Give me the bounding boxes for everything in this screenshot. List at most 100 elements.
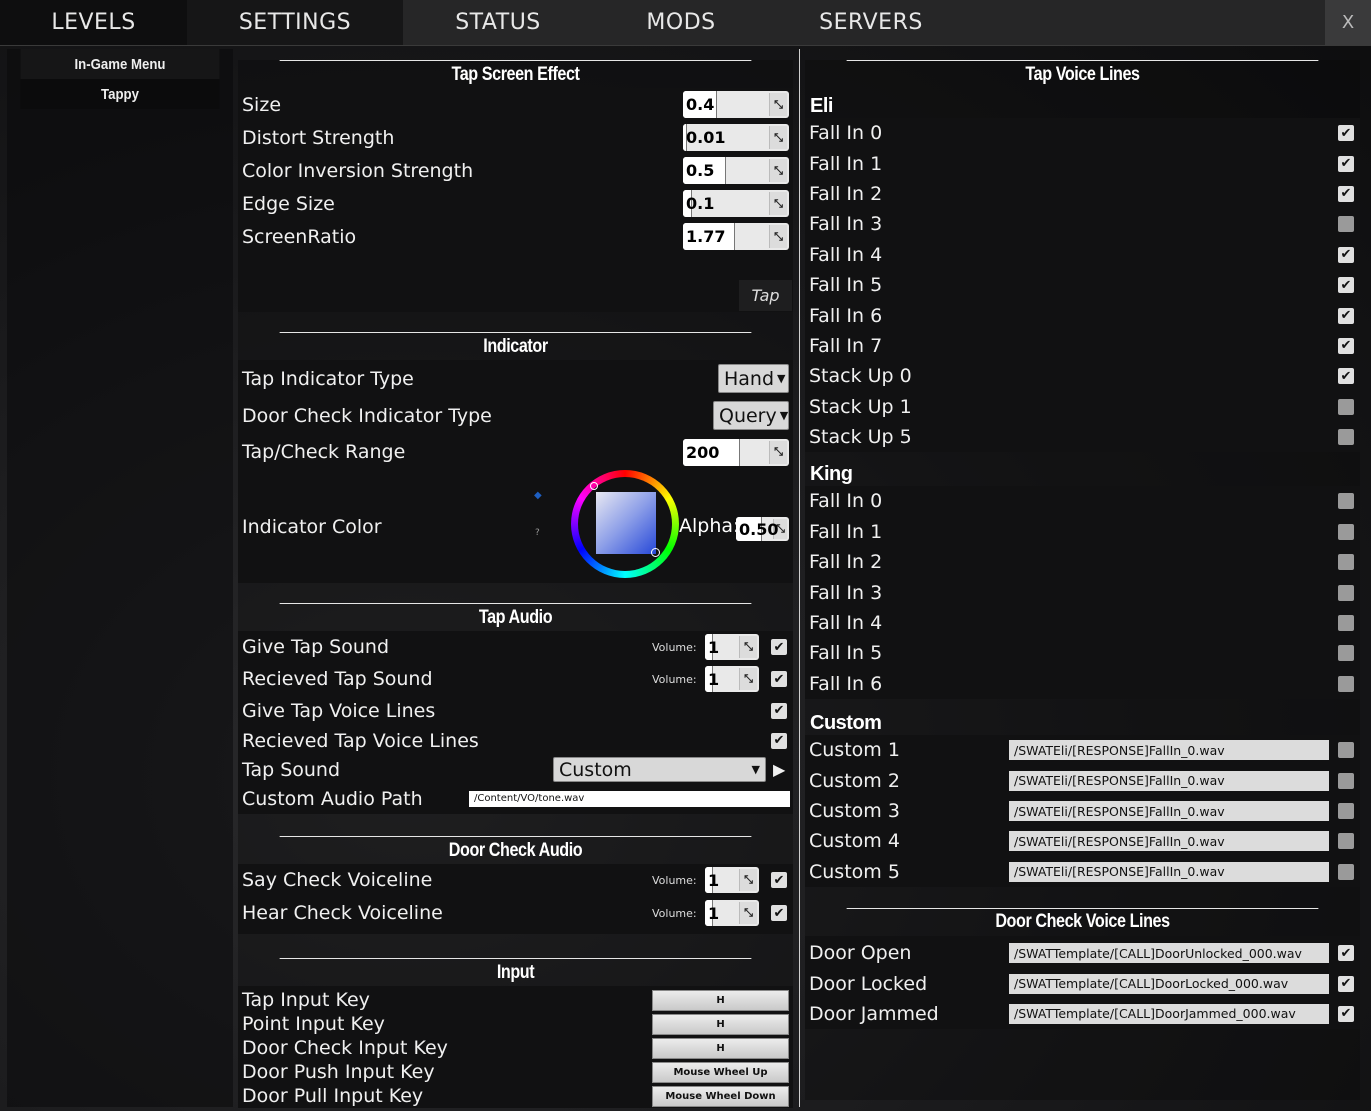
eli-voice-line-row: Fall In 3 ✔ bbox=[805, 209, 1360, 239]
voice-line-checkbox[interactable]: ✔ bbox=[1338, 398, 1354, 415]
voice-line-path-input[interactable]: /SWATTemplate/[CALL]DoorUnlocked_000.wav bbox=[1009, 943, 1329, 964]
door-check-audio-section: Say Check Voiceline Volume: 1 ⤡ ✔ Hear Ch… bbox=[238, 864, 793, 934]
voice-line-checkbox[interactable]: ✔ bbox=[1338, 945, 1354, 962]
door-pull-key-button[interactable]: Mouse Wheel Down bbox=[652, 1085, 789, 1107]
setting-row-hear-check-voiceline: Hear Check Voiceline Volume: 1 ⤡ ✔ bbox=[238, 896, 793, 930]
column-divider bbox=[799, 49, 800, 1107]
voice-line-checkbox[interactable]: ✔ bbox=[1338, 216, 1354, 233]
tab-mods[interactable]: MODS bbox=[593, 0, 769, 45]
tab-settings[interactable]: SETTINGS bbox=[187, 0, 403, 45]
setting-row-recieved-tap-voice-lines: Recieved Tap Voice Lines ✔ bbox=[238, 726, 793, 755]
give-tap-volume-spinbox[interactable]: 1 ⤡ bbox=[705, 634, 759, 660]
voice-line-checkbox[interactable]: ✔ bbox=[1338, 307, 1354, 324]
voice-line-label: Door Open bbox=[809, 942, 912, 965]
voice-line-checkbox[interactable]: ✔ bbox=[1338, 742, 1354, 759]
voice-line-checkbox[interactable]: ✔ bbox=[1338, 772, 1354, 789]
voice-line-checkbox[interactable]: ✔ bbox=[1338, 493, 1354, 510]
voice-line-path-input[interactable]: /SWATEli/[RESPONSE]FallIn_0.wav bbox=[1009, 801, 1329, 821]
resize-arrow-icon[interactable]: ⤡ bbox=[739, 902, 757, 924]
sidebar-item-tappy[interactable]: Tappy bbox=[20, 79, 220, 109]
range-spinbox[interactable]: 200 ⤡ bbox=[683, 438, 789, 466]
resize-arrow-icon[interactable]: ⤡ bbox=[769, 192, 787, 215]
door-check-key-button[interactable]: H bbox=[652, 1037, 789, 1059]
voice-line-checkbox[interactable]: ✔ bbox=[1338, 975, 1354, 992]
resize-arrow-icon[interactable]: ⤡ bbox=[769, 440, 787, 464]
color-wheel[interactable] bbox=[571, 470, 679, 578]
door-push-key-button[interactable]: Mouse Wheel Up bbox=[652, 1061, 789, 1083]
voice-line-checkbox[interactable]: ✔ bbox=[1338, 246, 1354, 263]
voice-line-checkbox[interactable]: ✔ bbox=[1338, 584, 1354, 601]
resize-arrow-icon[interactable]: ⤡ bbox=[769, 93, 787, 116]
screen-ratio-spinbox[interactable]: 1.77 ⤡ bbox=[683, 223, 789, 250]
resize-arrow-icon[interactable]: ⤡ bbox=[769, 126, 787, 149]
voice-line-checkbox[interactable]: ✔ bbox=[1338, 1005, 1354, 1022]
recieved-tap-sound-checkbox[interactable]: ✔ bbox=[771, 671, 787, 687]
tap-test-button[interactable]: Tap bbox=[739, 280, 792, 311]
voice-line-path-input[interactable]: /SWATEli/[RESPONSE]FallIn_0.wav bbox=[1009, 770, 1329, 791]
play-icon[interactable]: ▶ bbox=[773, 760, 785, 779]
color-picker-square[interactable] bbox=[596, 492, 656, 554]
voice-line-path-input[interactable]: /SWATEli/[RESPONSE]FallIn_0.wav bbox=[1009, 831, 1329, 852]
sidebar-item-in-game-menu[interactable]: In-Game Menu bbox=[20, 49, 220, 79]
voice-line-label: Fall In 6 bbox=[809, 672, 883, 695]
voice-line-checkbox[interactable]: ✔ bbox=[1338, 125, 1354, 142]
point-key-button[interactable]: H bbox=[652, 1013, 789, 1035]
voice-line-path-input[interactable]: /SWATTemplate/[CALL]DoorJammed_000.wav bbox=[1009, 1003, 1329, 1024]
voice-line-checkbox[interactable]: ✔ bbox=[1338, 803, 1354, 819]
setting-row-custom-audio-path: Custom Audio Path /Content/VO/tone.wav bbox=[238, 784, 793, 813]
voice-line-checkbox[interactable]: ✔ bbox=[1338, 645, 1354, 662]
give-tap-voice-lines-checkbox[interactable]: ✔ bbox=[771, 702, 787, 719]
voice-line-path-input[interactable]: /SWATEli/[RESPONSE]FallIn_0.wav bbox=[1009, 740, 1329, 761]
setting-label: Give Tap Voice Lines bbox=[242, 699, 436, 722]
voice-line-checkbox[interactable]: ✔ bbox=[1338, 368, 1354, 385]
voice-line-checkbox[interactable]: ✔ bbox=[1338, 833, 1354, 850]
give-tap-sound-checkbox[interactable]: ✔ bbox=[771, 639, 787, 655]
caret-down-icon: ▼ bbox=[779, 409, 789, 422]
king-voice-line-row: Fall In 2 ✔ bbox=[805, 547, 1360, 577]
voice-line-checkbox[interactable]: ✔ bbox=[1338, 863, 1354, 880]
say-check-voiceline-checkbox[interactable]: ✔ bbox=[771, 872, 787, 888]
voice-line-checkbox[interactable]: ✔ bbox=[1338, 554, 1354, 571]
tap-indicator-type-dropdown[interactable]: Hand ▼ bbox=[718, 364, 789, 393]
tab-servers[interactable]: SERVERS bbox=[769, 0, 973, 45]
voice-line-checkbox[interactable]: ✔ bbox=[1338, 429, 1354, 446]
saturation-handle-icon[interactable] bbox=[651, 548, 660, 557]
edge-size-spinbox[interactable]: 0.1 ⤡ bbox=[683, 190, 789, 217]
resize-arrow-icon[interactable]: ⤡ bbox=[769, 159, 787, 182]
voice-line-checkbox[interactable]: ✔ bbox=[1338, 185, 1354, 202]
voice-line-checkbox[interactable]: ✔ bbox=[1338, 675, 1354, 692]
recieved-tap-voice-lines-checkbox[interactable]: ✔ bbox=[771, 732, 787, 749]
close-button[interactable]: X bbox=[1325, 0, 1371, 45]
hear-check-voiceline-checkbox[interactable]: ✔ bbox=[771, 905, 787, 921]
recieved-tap-volume-spinbox[interactable]: 1 ⤡ bbox=[705, 666, 759, 692]
size-spinbox[interactable]: 0.4 ⤡ bbox=[683, 91, 789, 118]
tab-levels[interactable]: LEVELS bbox=[0, 0, 187, 45]
color-inversion-spinbox[interactable]: 0.5 ⤡ bbox=[683, 157, 789, 184]
door-check-indicator-type-dropdown[interactable]: Query ▼ bbox=[713, 401, 789, 430]
setting-row-door-push-input-key: Door Push Input Key Mouse Wheel Up bbox=[238, 1060, 793, 1084]
voice-line-checkbox[interactable]: ✔ bbox=[1338, 277, 1354, 294]
voice-line-checkbox[interactable]: ✔ bbox=[1338, 615, 1354, 632]
tab-status[interactable]: STATUS bbox=[403, 0, 593, 45]
setting-row-recieved-tap-sound: Recieved Tap Sound Volume: 1 ⤡ ✔ bbox=[238, 663, 793, 695]
resize-arrow-icon[interactable]: ⤡ bbox=[739, 636, 757, 658]
voice-line-path-input[interactable]: /SWATTemplate/[CALL]DoorLocked_000.wav bbox=[1009, 973, 1329, 994]
custom-audio-path-input[interactable]: /Content/VO/tone.wav bbox=[469, 790, 790, 807]
alpha-spinbox[interactable]: 0.50 ⤡ bbox=[736, 517, 789, 541]
hear-check-volume-spinbox[interactable]: 1 ⤡ bbox=[705, 900, 759, 926]
door-check-voice-list: Door Open/SWATTemplate/[CALL]DoorUnlocke… bbox=[805, 935, 1360, 1030]
voice-line-checkbox[interactable]: ✔ bbox=[1338, 155, 1354, 172]
tap-sound-dropdown[interactable]: Custom ▼ bbox=[553, 757, 766, 782]
resize-arrow-icon[interactable]: ⤡ bbox=[739, 668, 757, 690]
tap-key-button[interactable]: H bbox=[652, 989, 789, 1011]
tap-screen-effect-section: Size 0.4 ⤡ Distort Strength 0.01 ⤡ Color I… bbox=[238, 88, 793, 312]
distort-strength-spinbox[interactable]: 0.01 ⤡ bbox=[683, 124, 789, 151]
voice-line-checkbox[interactable]: ✔ bbox=[1338, 523, 1354, 540]
eli-voice-line-row: Stack Up 1 ✔ bbox=[805, 392, 1360, 422]
voice-line-path-input[interactable]: /SWATEli/[RESPONSE]FallIn_0.wav bbox=[1009, 861, 1329, 882]
hue-handle-icon[interactable] bbox=[590, 482, 598, 490]
resize-arrow-icon[interactable]: ⤡ bbox=[769, 225, 787, 248]
voice-line-checkbox[interactable]: ✔ bbox=[1338, 337, 1354, 354]
say-check-volume-spinbox[interactable]: 1 ⤡ bbox=[705, 867, 759, 893]
resize-arrow-icon[interactable]: ⤡ bbox=[739, 869, 757, 891]
